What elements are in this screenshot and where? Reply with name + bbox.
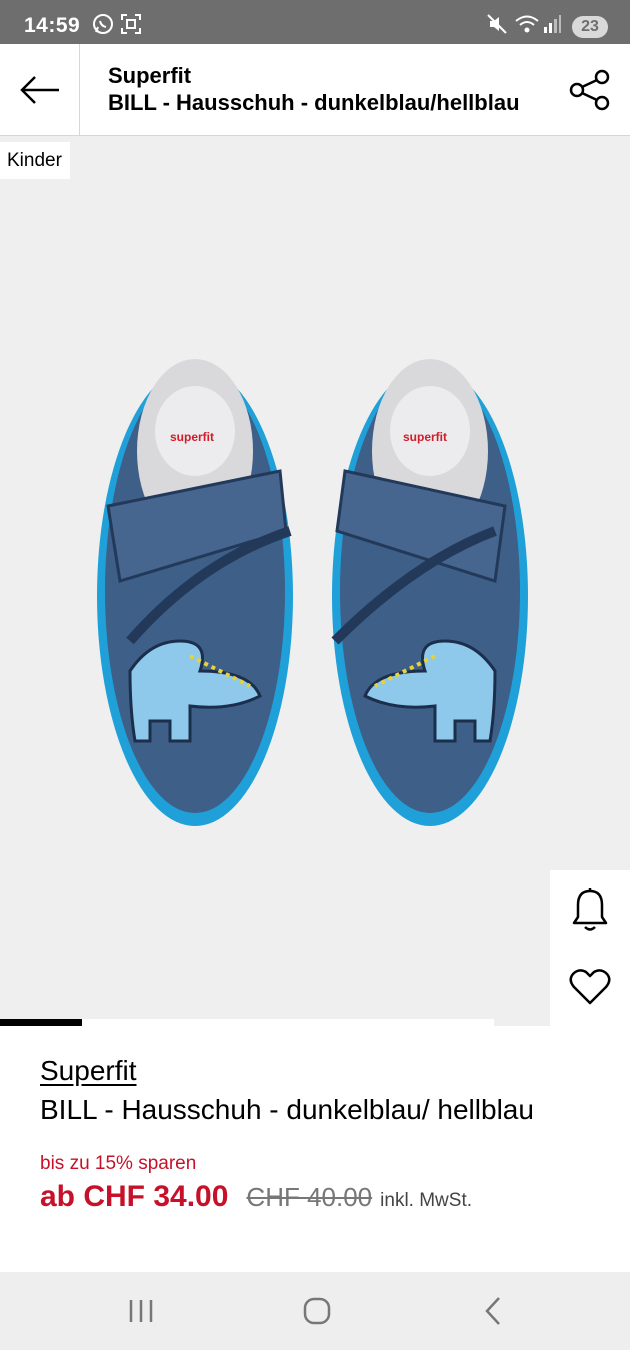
status-bar: 14:59 23 [0,0,630,44]
svg-text:superfit: superfit [170,430,214,444]
chevron-left-icon [485,1297,500,1325]
mute-icon [486,13,508,40]
whatsapp-icon [92,13,114,40]
status-time: 14:59 [24,14,81,37]
product-image-gallery[interactable]: Kinder superfit superfit [0,136,630,1026]
header-titles: Superfit BILL - Hausschuh - dunkelblau/h… [108,63,548,117]
recent-apps-button[interactable] [96,1272,186,1350]
share-icon [569,69,610,111]
heart-icon [569,969,611,1005]
screenshot-icon [120,13,142,40]
header-product-name: BILL - Hausschuh - dunkelblau/hellblau [108,90,520,115]
original-price: CHF 40.00 [246,1182,373,1212]
system-back-button[interactable] [448,1272,538,1350]
product-photo: superfit superfit [97,359,528,826]
app-header: Superfit BILL - Hausschuh - dunkelblau/h… [0,44,630,136]
signal-icon [542,13,562,40]
product-brand-link[interactable]: Superfit [40,1052,137,1090]
notification-badge: 23 [572,16,608,38]
bell-icon [572,888,608,931]
recent-apps-icon [129,1300,153,1322]
price-row: ab CHF 34.00 CHF 40.00 inkl. MwSt. [40,1180,600,1214]
savings-text: bis zu 15% sparen [40,1153,197,1174]
current-price: ab CHF 34.00 [40,1180,229,1213]
image-side-actions [550,870,630,1026]
home-icon [303,1297,331,1325]
wishlist-button[interactable] [550,948,630,1026]
wifi-icon [514,13,540,40]
gallery-progress-fill [0,1019,82,1026]
notify-button[interactable] [550,870,630,948]
home-button[interactable] [272,1272,362,1350]
category-tag: Kinder [0,142,70,179]
svg-text:superfit: superfit [403,430,447,444]
share-button[interactable] [566,66,614,114]
arrow-left-icon [19,75,59,104]
back-button[interactable] [0,44,80,135]
vat-note: inkl. MwSt. [380,1190,473,1211]
gallery-progress [0,1019,494,1026]
system-nav-bar [0,1272,630,1350]
product-info: Superfit BILL - Hausschuh - dunkelblau/ … [40,1052,600,1214]
product-title: BILL - Hausschuh - dunkelblau/ hellblau [40,1094,534,1125]
header-brand: Superfit [108,63,192,88]
